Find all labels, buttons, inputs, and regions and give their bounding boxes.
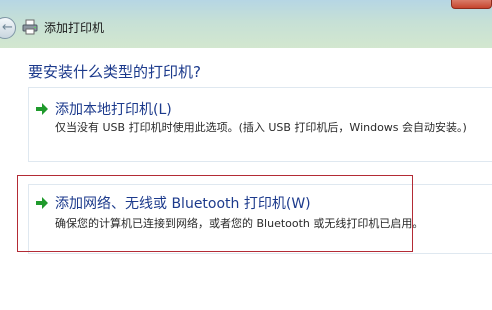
back-button[interactable]: ←	[0, 17, 16, 39]
highlight-annotation	[17, 175, 413, 252]
close-button[interactable]	[451, 0, 492, 9]
green-arrow-icon	[36, 103, 48, 115]
window-title: 添加打印机	[44, 21, 105, 35]
page-heading: 要安装什么类型的打印机?	[28, 63, 201, 81]
add-local-printer-title: 添加本地打印机(L)	[55, 102, 172, 118]
add-local-printer-description: 仅当没有 USB 打印机时使用此选项。(插入 USB 打印机后，Windows …	[55, 121, 467, 134]
add-local-printer-option[interactable]: 添加本地打印机(L) 仅当没有 USB 打印机时使用此选项。(插入 USB 打印…	[28, 87, 492, 162]
title-bar: ← 添加打印机	[0, 0, 492, 48]
back-arrow-icon: ←	[2, 20, 13, 35]
printer-icon	[22, 19, 38, 35]
